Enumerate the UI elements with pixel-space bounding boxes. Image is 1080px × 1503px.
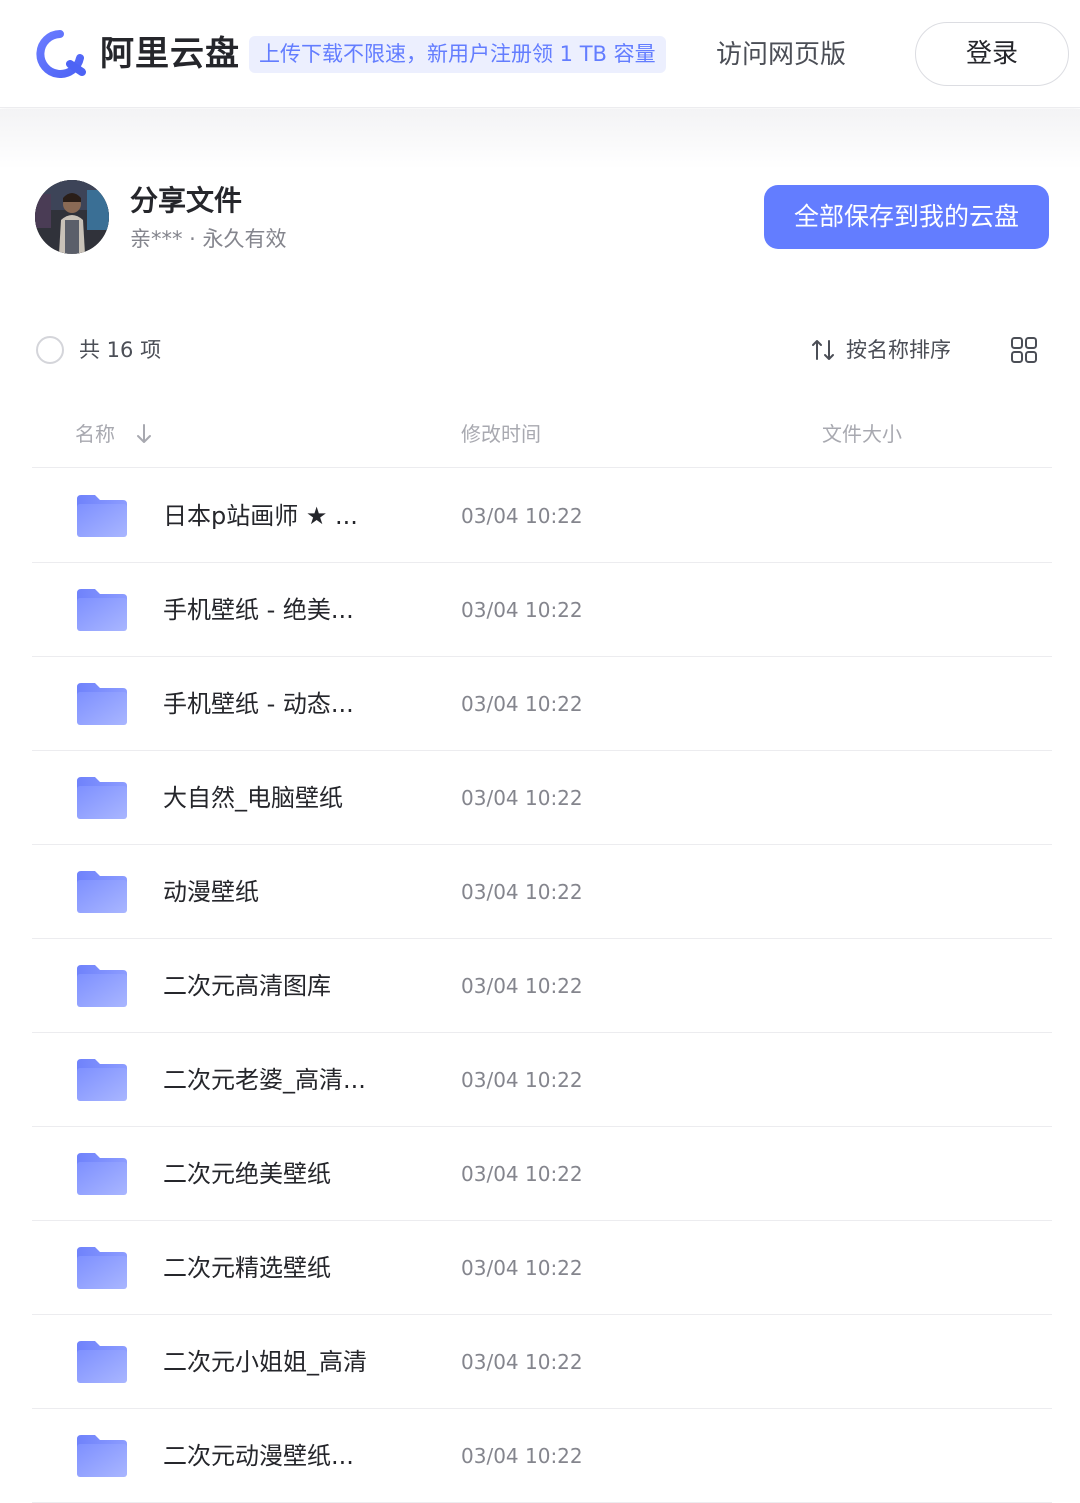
file-name: 二次元高清图库 — [163, 972, 331, 1000]
folder-icon — [77, 495, 127, 537]
file-modified-time: 03/04 10:22 — [461, 1162, 583, 1186]
avatar — [35, 180, 109, 254]
header-divider — [32, 467, 1052, 468]
login-button[interactable]: 登录 — [915, 22, 1069, 86]
file-modified-time: 03/04 10:22 — [461, 786, 583, 810]
file-modified-time: 03/04 10:22 — [461, 1256, 583, 1280]
file-name: 二次元动漫壁纸... — [163, 1442, 354, 1470]
visit-web-link[interactable]: 访问网页版 — [716, 34, 846, 76]
column-header-size[interactable]: 文件大小 — [822, 420, 902, 448]
promo-banner[interactable]: 上传下载不限速，新用户注册领 1 TB 容量 — [249, 36, 666, 73]
file-name: 手机壁纸 - 动态... — [163, 690, 354, 718]
folder-icon — [77, 871, 127, 913]
file-name: 二次元精选壁纸 — [163, 1254, 331, 1282]
table-row[interactable]: 大自然_电脑壁纸 03/04 10:22 — [32, 751, 1052, 845]
table-row[interactable]: 手机壁纸 - 绝美... 03/04 10:22 — [32, 563, 1052, 657]
table-row[interactable]: 日本p站画师 ★ ... 03/04 10:22 — [32, 469, 1052, 563]
file-modified-time: 03/04 10:22 — [461, 974, 583, 998]
top-bar: 阿里云盘 上传下载不限速，新用户注册领 1 TB 容量 访问网页版 登录 — [0, 0, 1080, 108]
table-row[interactable]: 二次元动漫壁纸... 03/04 10:22 — [32, 1409, 1052, 1503]
folder-icon — [77, 589, 127, 631]
table-row[interactable]: 二次元精选壁纸 03/04 10:22 — [32, 1221, 1052, 1315]
table-row[interactable]: 二次元老婆_高清... 03/04 10:22 — [32, 1033, 1052, 1127]
file-modified-time: 03/04 10:22 — [461, 598, 583, 622]
table-row[interactable]: 二次元小姐姐_高清 03/04 10:22 — [32, 1315, 1052, 1409]
table-row[interactable]: 二次元高清图库 03/04 10:22 — [32, 939, 1052, 1033]
file-name: 日本p站画师 ★ ... — [163, 502, 358, 530]
share-meta: 亲*** · 永久有效 — [130, 227, 287, 251]
table-row[interactable]: 动漫壁纸 03/04 10:22 — [32, 845, 1052, 939]
folder-icon — [77, 777, 127, 819]
table-row[interactable]: 手机壁纸 - 动态... 03/04 10:22 — [32, 657, 1052, 751]
arrow-down-icon[interactable] — [134, 422, 154, 446]
file-modified-time: 03/04 10:22 — [461, 1350, 583, 1374]
select-all-checkbox[interactable] — [36, 336, 64, 364]
header-gradient-band — [0, 109, 1080, 169]
avatar-image — [35, 180, 109, 254]
brand-name: 阿里云盘 — [100, 34, 240, 74]
save-all-button[interactable]: 全部保存到我的云盘 — [764, 185, 1049, 249]
table-row[interactable]: 二次元绝美壁纸 03/04 10:22 — [32, 1127, 1052, 1221]
column-header-name[interactable]: 名称 — [75, 420, 115, 448]
folder-icon — [77, 683, 127, 725]
folder-icon — [77, 1435, 127, 1477]
file-list: 日本p站画师 ★ ... 03/04 10:22 手机壁纸 - 绝美... 03… — [32, 469, 1052, 1503]
file-modified-time: 03/04 10:22 — [461, 692, 583, 716]
share-title: 分享文件 — [130, 184, 243, 217]
file-name: 动漫壁纸 — [163, 878, 259, 906]
column-header-modified[interactable]: 修改时间 — [461, 420, 541, 448]
sort-arrows-icon[interactable] — [810, 337, 836, 363]
file-modified-time: 03/04 10:22 — [461, 1444, 583, 1468]
folder-icon — [77, 1059, 127, 1101]
file-modified-time: 03/04 10:22 — [461, 880, 583, 904]
file-name: 二次元小姐姐_高清 — [163, 1348, 367, 1376]
folder-icon — [77, 1341, 127, 1383]
file-name: 大自然_电脑壁纸 — [163, 784, 343, 812]
folder-icon — [77, 965, 127, 1007]
aliyun-drive-logo[interactable] — [34, 30, 86, 78]
grid-view-icon[interactable] — [1010, 336, 1038, 364]
item-count: 共 16 项 — [79, 338, 162, 362]
file-name: 手机壁纸 - 绝美... — [163, 596, 354, 624]
file-modified-time: 03/04 10:22 — [461, 1068, 583, 1092]
folder-icon — [77, 1247, 127, 1289]
file-name: 二次元绝美壁纸 — [163, 1160, 331, 1188]
folder-icon — [77, 1153, 127, 1195]
file-name: 二次元老婆_高清... — [163, 1066, 366, 1094]
sort-by-name-button[interactable]: 按名称排序 — [846, 334, 951, 366]
file-modified-time: 03/04 10:22 — [461, 504, 583, 528]
